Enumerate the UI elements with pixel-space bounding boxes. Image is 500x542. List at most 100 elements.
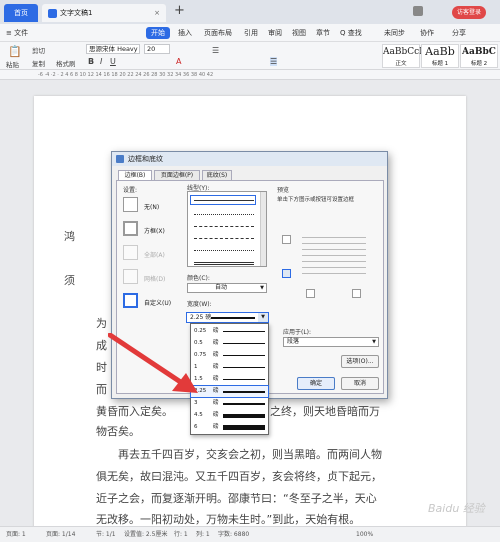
width-option-4-5[interactable]: 4.5 磅 (191, 410, 268, 421)
menu-start[interactable]: 开始 (146, 27, 170, 39)
dialog-title-bar[interactable]: 边框和底纹 (112, 152, 387, 166)
top-border-button[interactable] (282, 235, 291, 244)
setting-custom[interactable]: 自定义(U) (144, 298, 171, 307)
format-brush-button[interactable]: 格式刷 (56, 58, 76, 68)
setting-none[interactable]: 无(N) (144, 202, 159, 211)
new-tab-button[interactable]: + (174, 3, 185, 18)
doc-line: 物否矣。 (96, 425, 140, 438)
apply-to-select[interactable]: 段落 ▼ (283, 337, 379, 347)
line-style-scrollbar[interactable] (260, 192, 266, 266)
width-option-line (223, 355, 265, 356)
preview-line (302, 267, 366, 268)
line-style-solid[interactable] (194, 200, 254, 201)
left-border-button[interactable] (306, 289, 315, 298)
setting-none-icon[interactable] (123, 197, 138, 212)
tab-document[interactable]: 文字文稿1 × (42, 4, 166, 22)
width-option-1-5[interactable]: 1.5 磅 (191, 374, 268, 385)
width-option-0-5[interactable]: 0.5 磅 (191, 338, 268, 349)
width-option-0-75[interactable]: 0.75 磅 (191, 350, 268, 361)
align-center-icon[interactable]: ☰ (270, 57, 278, 66)
paste-button[interactable]: 粘贴 (6, 59, 19, 69)
baidu-watermark: Baidu 经验 (428, 502, 485, 515)
setting-grid: 网格(D) (144, 276, 166, 283)
middle-border-button[interactable] (282, 269, 291, 278)
chevron-down-icon: ▼ (260, 285, 264, 291)
collab-button[interactable]: 协作 (420, 27, 434, 39)
menu-page-layout[interactable]: 页面布局 (204, 27, 232, 39)
style-heading-2[interactable]: AaBbC 标题 2 (460, 44, 498, 68)
paste-icon[interactable]: 📋 (8, 45, 22, 58)
preview-line (302, 273, 366, 274)
right-border-button[interactable] (352, 289, 361, 298)
font-family-select[interactable]: 思源宋体 Heavy (86, 44, 140, 54)
copy-button[interactable]: 复制 (32, 58, 45, 68)
status-page[interactable]: 页面: 1 (6, 527, 26, 542)
width-option-value: 3 (194, 400, 198, 406)
window-icon[interactable] (413, 6, 423, 16)
status-bar: 页面: 1 页面: 1/14 节: 1/1 设置值: 2.5厘米 行: 1 列:… (0, 526, 500, 542)
width-option-2-25[interactable]: 2.25 磅 (190, 385, 269, 398)
status-words[interactable]: 字数: 6880 (218, 527, 249, 542)
line-style-list[interactable] (187, 191, 267, 267)
menu-file[interactable]: ≡ 文件 (6, 27, 28, 39)
width-option-line (223, 331, 265, 332)
zoom-level[interactable]: 100% (356, 527, 373, 542)
width-dropdown-list[interactable]: 0.25 磅 0.5 磅 0.75 磅 1 磅 1.5 磅 2.25 磅 3 磅 4.5 磅 6 磅 (190, 323, 269, 435)
cut-button[interactable]: 剪切 (32, 45, 45, 55)
line-style-double[interactable] (194, 262, 254, 265)
width-option-6[interactable]: 6磅 (191, 422, 268, 433)
width-option-unit: 磅 (213, 376, 219, 382)
list-icon[interactable]: ☰ (212, 46, 219, 55)
status-section: 节: 1/1 (96, 531, 116, 538)
doc-line: 再去五千四百岁，交亥会之初，则当黑暗。而两间人物 (118, 448, 382, 461)
italic-icon[interactable]: I (100, 57, 102, 66)
width-option-unit: 磅 (213, 400, 219, 406)
font-size-select[interactable]: 20 (144, 44, 170, 54)
menu-chapter[interactable]: 章节 (316, 27, 330, 39)
guest-login-button[interactable]: 访客登录 (452, 6, 487, 19)
tab-home[interactable]: 首页 (4, 4, 38, 22)
options-button[interactable]: 选项(O)... (341, 355, 379, 368)
bold-icon[interactable]: B (88, 57, 94, 66)
status-pages[interactable]: 页面: 1/14 (46, 527, 75, 542)
color-select[interactable]: 自动 ▼ (187, 283, 267, 293)
horizontal-ruler[interactable]: -6 ·4 ·2 · 2 4 6 8 10 12 14 16 18 20 22 … (0, 70, 500, 80)
underline-icon[interactable]: U (110, 57, 116, 66)
sync-status[interactable]: 未同步 (384, 27, 405, 39)
setting-box-icon[interactable] (123, 221, 138, 236)
red-arrow-annotation (108, 333, 198, 393)
width-option-line (223, 425, 265, 430)
doc-line: 须 (64, 274, 75, 287)
ok-button[interactable]: 确定 (297, 377, 335, 390)
menu-view[interactable]: 视图 (292, 27, 306, 39)
menu-search[interactable]: Q 查找 (340, 27, 362, 39)
doc-line: 无改移。一阳初动处，万物未生时。”到此，天始有根。 (96, 513, 361, 526)
setting-custom-icon[interactable] (123, 293, 138, 308)
line-style-dotted[interactable] (194, 214, 254, 215)
width-select[interactable]: 2.25 磅 ▼ (186, 312, 269, 323)
width-option-3[interactable]: 3磅 (191, 398, 268, 409)
width-option-0-25[interactable]: 0.25 磅 (191, 326, 268, 337)
doc-line: 而 (96, 383, 107, 396)
doc-line: 近子之会，而复逐渐开明。邵康节曰：“冬至子之半，天心 (96, 492, 377, 505)
setting-box[interactable]: 方框(X) (144, 226, 165, 235)
menu-review[interactable]: 审阅 (268, 27, 282, 39)
menu-references[interactable]: 引用 (244, 27, 258, 39)
setting-label: 设置: (123, 187, 138, 194)
border-preview[interactable] (282, 201, 380, 301)
line-style-dash-long[interactable] (194, 238, 254, 239)
menu-insert[interactable]: 插入 (178, 27, 192, 39)
line-style-dashed[interactable] (194, 226, 254, 227)
width-option-unit: 磅 (213, 424, 219, 430)
share-button[interactable]: 分享 (452, 27, 466, 39)
line-style-dash-dot[interactable] (194, 250, 254, 251)
color-label: 颜色(C): (187, 275, 210, 282)
cancel-button[interactable]: 取消 (341, 377, 379, 390)
font-color-icon[interactable]: A (176, 57, 181, 66)
preview-line (302, 261, 366, 262)
style-heading-1[interactable]: AaBb 标题 1 (421, 44, 459, 68)
menu-bar: ≡ 文件 开始 插入 页面布局 引用 审阅 视图 章节 Q 查找 未同步 协作 … (0, 24, 500, 42)
close-tab-icon[interactable]: × (154, 4, 160, 22)
width-option-1[interactable]: 1磅 (191, 362, 268, 373)
style-normal[interactable]: AaBbCcDd 正文 (382, 44, 432, 68)
